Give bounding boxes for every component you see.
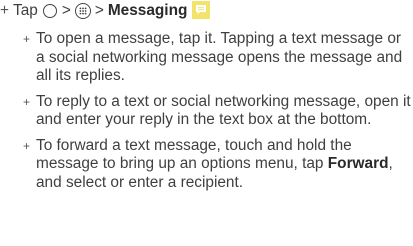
list-item: + To open a message, tap it. Tapping a t… bbox=[23, 30, 411, 86]
messaging-app-name: Messaging bbox=[107, 2, 188, 19]
bullet-marker: + bbox=[23, 94, 31, 109]
list-item: + To forward a text message, touch and h… bbox=[23, 137, 411, 193]
step-line: + Tap > > Messaging bbox=[0, 1, 211, 21]
step-separator-2: > bbox=[94, 2, 104, 19]
bullet-marker: + bbox=[23, 138, 31, 153]
forward-label: Forward bbox=[327, 155, 389, 172]
bullet-text: To reply to a text or social networking … bbox=[36, 92, 411, 129]
bullet-text-before: To forward a text message, touch and hol… bbox=[36, 136, 352, 173]
home-circle-icon bbox=[42, 4, 57, 19]
instructions-page: + Tap > > Messaging + To open a message,… bbox=[0, 0, 413, 246]
step-prefix: Tap bbox=[13, 2, 38, 19]
bullet-text: To open a message, tap it. Tapping a tex… bbox=[36, 30, 403, 84]
bullet-marker: + bbox=[23, 32, 31, 46]
step-separator-1: > bbox=[61, 2, 71, 19]
messaging-app-icon bbox=[192, 1, 211, 20]
list-item: + To reply to a text or social networkin… bbox=[23, 93, 411, 130]
step-marker: + bbox=[0, 2, 9, 19]
apps-grid-icon bbox=[74, 3, 91, 20]
bullet-list: + To open a message, tap it. Tapping a t… bbox=[23, 30, 411, 199]
